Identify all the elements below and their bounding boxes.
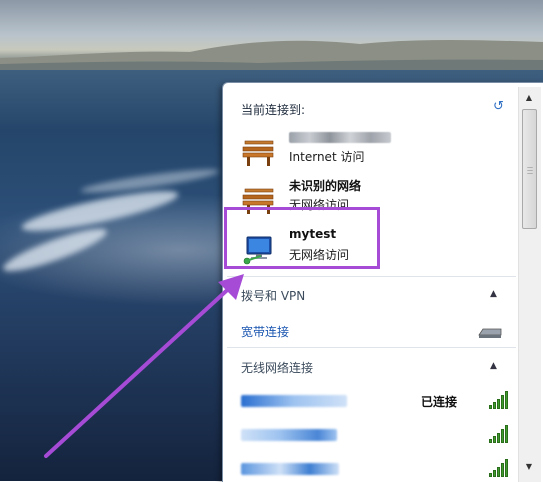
annotation-arrow-icon: [44, 274, 244, 458]
